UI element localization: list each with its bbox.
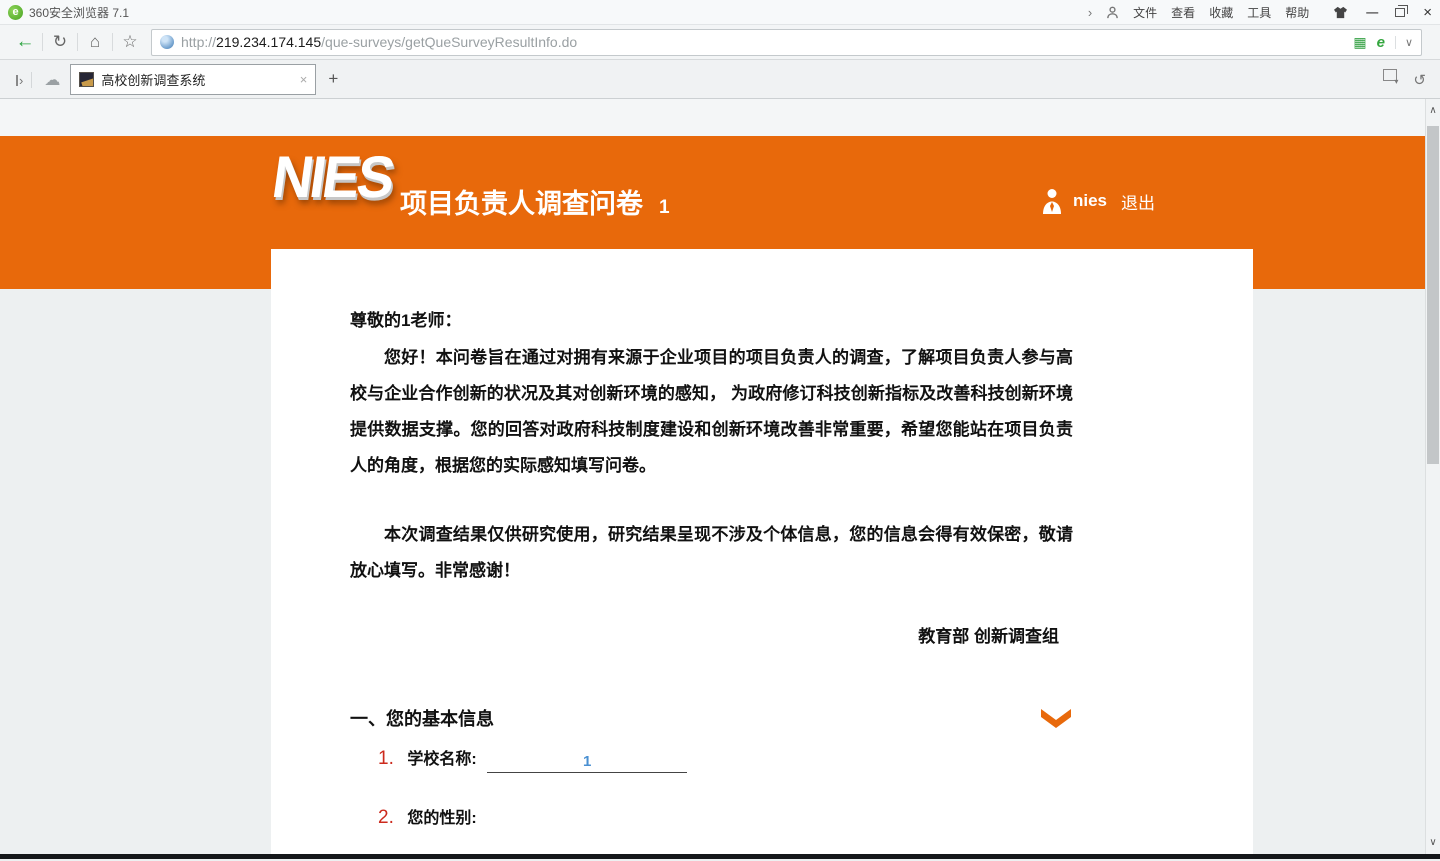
close-button[interactable]: ×: [1423, 4, 1432, 21]
nies-logo: NIES: [268, 142, 396, 210]
browser-logo-icon: e: [8, 5, 23, 20]
tab-title: 高校创新调查系统: [101, 70, 293, 89]
menu-file[interactable]: 文件: [1133, 4, 1157, 21]
url-domain: 219.234.174.145: [216, 34, 321, 50]
question-label: 您的性别:: [407, 810, 476, 827]
new-tab-button[interactable]: +: [328, 69, 338, 89]
window-title: 360安全浏览器 7.1: [29, 4, 129, 21]
signature: 教育部 创新调查组: [350, 622, 1073, 647]
menu-tools[interactable]: 工具: [1247, 4, 1271, 21]
toolbar-divider: [42, 33, 43, 51]
page-viewport: NIES 项目负责人调查问卷 1 nies 退出 尊敬的1老师： 您好！本问卷旨…: [0, 99, 1440, 859]
intro-paragraph-1: 您好！本问卷旨在通过对拥有来源于企业项目的项目负责人的调查，了解项目负责人参与高…: [350, 340, 1073, 484]
menu-view[interactable]: 查看: [1171, 4, 1195, 21]
bottom-edge-strip: [0, 854, 1440, 859]
scroll-up-arrow-icon[interactable]: ∧: [1426, 105, 1440, 116]
tab-favicon: [79, 72, 94, 87]
cloud-sync-icon[interactable]: ☁: [44, 70, 60, 90]
survey-title-number: 1: [659, 197, 670, 219]
sidebar-toggle-bar: [16, 75, 18, 86]
survey-card: 尊敬的1老师： 您好！本问卷旨在通过对拥有来源于企业项目的项目负责人的调查，了解…: [271, 249, 1253, 854]
section-header: 一、您的基本信息: [350, 705, 1073, 731]
scroll-down-arrow-icon[interactable]: ∨: [1426, 837, 1440, 848]
tab-survey-system[interactable]: 高校创新调查系统 ×: [70, 64, 316, 95]
logout-link[interactable]: 退出: [1121, 189, 1155, 214]
minimize-button[interactable]: —: [1366, 5, 1377, 19]
section-collapse-chevron-icon[interactable]: [1039, 707, 1073, 729]
intro-paragraph-2: 本次调查结果仅供研究使用，研究结果呈现不涉及个体信息，您的信息会得有效保密，敬请…: [350, 517, 1073, 589]
username: nies: [1073, 191, 1107, 211]
tabbar-divider: [31, 72, 32, 88]
page-top-strip: [0, 99, 1425, 136]
navigation-toolbar: ← ↻ ⌂ ☆ http:// 219.234.174.145 /que-sur…: [0, 24, 1440, 60]
menu-help[interactable]: 帮助: [1285, 4, 1309, 21]
reopen-closed-tab-icon[interactable]: ↺: [1413, 71, 1426, 89]
question-label: 学校名称:: [407, 751, 476, 768]
url-dropdown-icon[interactable]: ∨: [1395, 36, 1413, 49]
scrollbar-thumb[interactable]: [1427, 126, 1439, 464]
sidebar-toggle-arrow: ›: [19, 73, 23, 88]
compat-mode-icon[interactable]: e: [1377, 34, 1385, 51]
school-name-input[interactable]: 1: [487, 752, 687, 773]
skin-icon[interactable]: [1333, 6, 1348, 19]
qr-code-icon[interactable]: ▦: [1353, 34, 1366, 51]
salutation: 尊敬的1老师：: [350, 306, 1073, 331]
tab-list-icon[interactable]: [1385, 71, 1397, 81]
window-titlebar: e 360安全浏览器 7.1 › 文件 查看 收藏 工具 帮助 — ×: [0, 0, 1440, 24]
sidebar-toggle-icon[interactable]: ›: [16, 73, 23, 88]
question-number: 2.: [378, 807, 394, 828]
toolbar-divider: [112, 33, 113, 51]
tab-bar: › ☁ 高校创新调查系统 × + ↺: [0, 60, 1440, 99]
survey-title: 项目负责人调查问卷 1: [400, 182, 670, 221]
home-icon[interactable]: ⌂: [80, 32, 110, 52]
survey-title-text: 项目负责人调查问卷: [400, 182, 643, 221]
question-gender: 2. 您的性别:: [378, 804, 1073, 829]
menu-collapse-icon[interactable]: ›: [1088, 5, 1092, 20]
site-globe-icon: [160, 35, 174, 49]
user-area: nies 退出: [1040, 188, 1155, 214]
url-path: /que-surveys/getQueSurveyResultInfo.do: [321, 34, 577, 50]
toolbar-divider: [77, 33, 78, 51]
favorite-star-icon[interactable]: ☆: [115, 32, 145, 52]
tab-close-icon[interactable]: ×: [300, 72, 308, 87]
restore-button[interactable]: [1395, 8, 1405, 17]
back-icon[interactable]: ←: [10, 31, 40, 53]
url-scheme: http://: [181, 34, 216, 50]
refresh-icon[interactable]: ↻: [45, 32, 75, 52]
question-number: 1.: [378, 748, 394, 769]
menu-favorites[interactable]: 收藏: [1209, 4, 1233, 21]
page-scrollbar[interactable]: ∧ ∨: [1425, 99, 1440, 854]
user-icon: [1040, 188, 1064, 214]
account-icon[interactable]: [1106, 6, 1119, 19]
section-title: 一、您的基本信息: [350, 705, 494, 731]
address-bar[interactable]: http:// 219.234.174.145 /que-surveys/get…: [151, 29, 1422, 56]
question-school-name: 1. 学校名称: 1: [378, 745, 1073, 773]
